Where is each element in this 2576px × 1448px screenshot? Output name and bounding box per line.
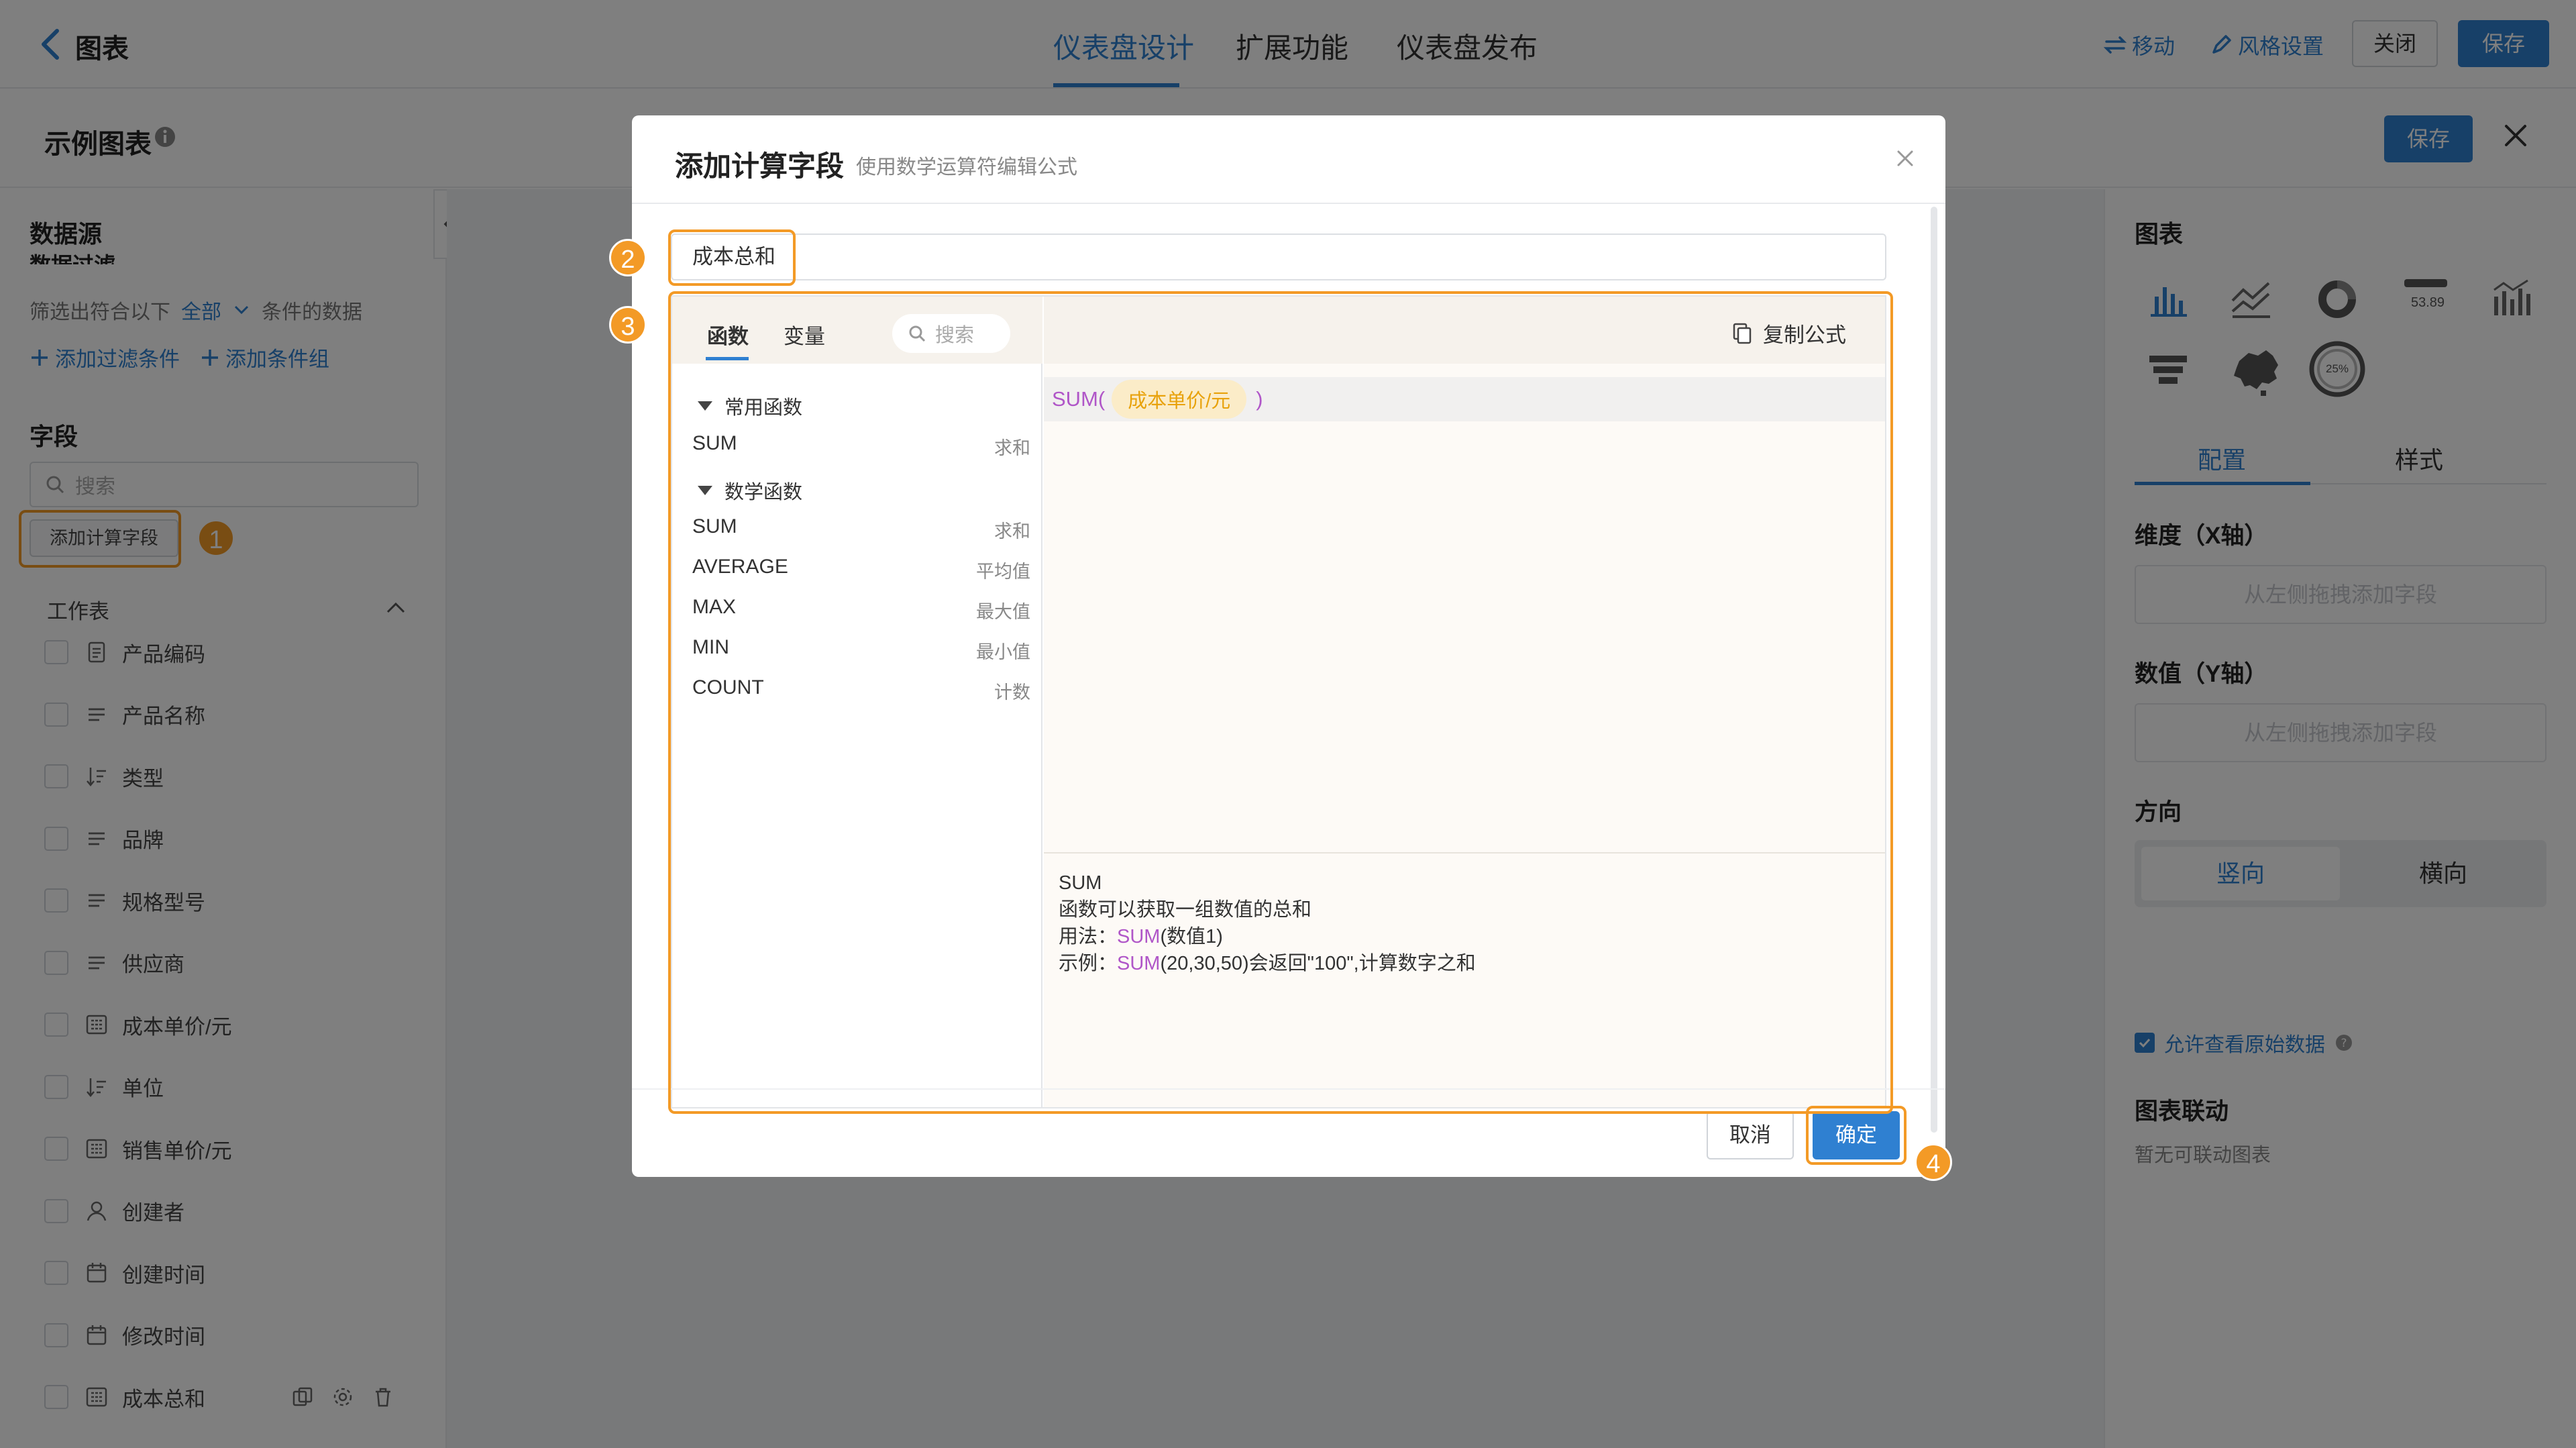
annotation-badge-2: 2 [609, 239, 647, 276]
dialog-scrollbar[interactable] [1931, 207, 1937, 1133]
dialog-subtitle: 使用数学运算符编辑公式 [856, 156, 1077, 178]
field-name-input[interactable]: 成本总和 [671, 234, 1886, 280]
cancel-button[interactable]: 取消 [1707, 1111, 1794, 1159]
annotation-badge-4: 4 [1915, 1143, 1952, 1181]
highlight-box-4 [1806, 1106, 1907, 1165]
highlight-box-3 [668, 291, 1893, 1114]
annotation-badge-3: 3 [609, 306, 647, 344]
close-icon[interactable] [1893, 146, 1917, 170]
dialog-header-divider [632, 203, 1945, 204]
dialog-title: 添加计算字段 [675, 150, 845, 182]
highlight-box-2 [668, 229, 796, 286]
add-calculated-field-dialog: 添加计算字段 使用数学运算符编辑公式 成本总和 函数 变量 搜索 常用函数 SU… [632, 115, 1945, 1177]
